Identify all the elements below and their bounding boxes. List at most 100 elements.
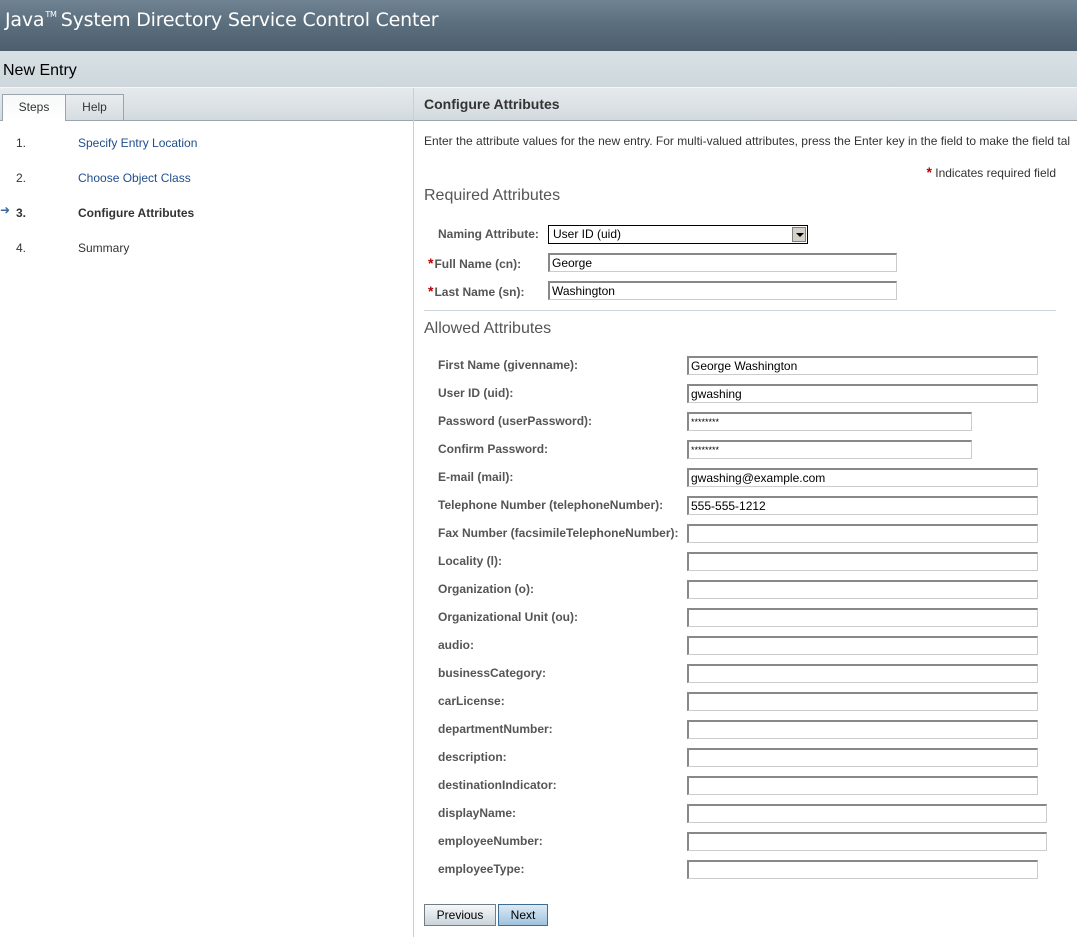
step-2[interactable]: 2. Choose Object Class xyxy=(0,167,413,202)
attribute-row: businessCategory: xyxy=(424,664,1064,686)
attribute-label: Organizational Unit (ou): xyxy=(438,610,578,624)
attribute-label: First Name (givenname): xyxy=(438,358,579,372)
step-number: 3. xyxy=(16,206,27,220)
attribute-row: destinationIndicator: xyxy=(424,776,1064,798)
naming-attribute-value: User ID (uid) xyxy=(553,227,622,241)
required-attributes-title: Required Attributes xyxy=(424,187,561,204)
attribute-row: Password (userPassword): xyxy=(424,412,1064,434)
attribute-label: carLicense: xyxy=(438,694,505,708)
attribute-row: Organization (o): xyxy=(424,580,1064,602)
last-name-input[interactable] xyxy=(548,281,897,300)
attribute-label: Confirm Password: xyxy=(438,442,549,456)
attribute-input[interactable] xyxy=(687,860,1038,879)
last-name-row: *Last Name (sn): xyxy=(424,281,1064,303)
step-number: 2. xyxy=(16,171,27,185)
attribute-label: Locality (l): xyxy=(438,554,503,568)
attribute-row: displayName: xyxy=(424,804,1064,826)
attribute-row: employeeType: xyxy=(424,860,1064,882)
attribute-label: Telephone Number (telephoneNumber): xyxy=(438,498,664,512)
attribute-input[interactable] xyxy=(687,356,1038,375)
steps-pane: Steps Help 1. Specify Entry Location 2. … xyxy=(0,88,414,937)
attribute-input[interactable] xyxy=(687,496,1038,515)
required-star-icon: * xyxy=(926,164,932,180)
attribute-input[interactable] xyxy=(687,608,1038,627)
attribute-input[interactable] xyxy=(687,552,1038,571)
attribute-input[interactable] xyxy=(687,720,1038,739)
attribute-label: departmentNumber: xyxy=(438,722,553,736)
trademark: TM xyxy=(45,10,57,19)
full-name-input[interactable] xyxy=(548,253,897,272)
last-name-label-text: Last Name (sn): xyxy=(434,285,525,299)
attribute-label: Fax Number (facsimileTelephoneNumber): xyxy=(438,526,679,540)
app-title-brand: Java xyxy=(5,9,45,31)
app-title-rest: System Directory Service Control Center xyxy=(60,9,439,31)
last-name-label: *Last Name (sn): xyxy=(428,283,524,299)
attribute-input[interactable] xyxy=(687,384,1038,403)
full-name-row: *Full Name (cn): xyxy=(424,253,1064,275)
attribute-row: E-mail (mail): xyxy=(424,468,1064,490)
naming-attribute-label: Naming Attribute: xyxy=(438,227,539,241)
attribute-row: First Name (givenname): xyxy=(424,356,1064,378)
required-note-text: Indicates required field xyxy=(935,166,1056,180)
section-header: Configure Attributes xyxy=(414,88,1077,121)
required-star-icon: * xyxy=(428,255,434,271)
attribute-row: Fax Number (facsimileTelephoneNumber): xyxy=(424,524,1064,546)
attribute-input[interactable] xyxy=(687,468,1038,487)
step-3-current: ➜ 3. Configure Attributes xyxy=(0,202,413,237)
step-link[interactable]: Choose Object Class xyxy=(78,171,191,185)
attribute-row: audio: xyxy=(424,636,1064,658)
attribute-label: E-mail (mail): xyxy=(438,470,514,484)
attribute-input[interactable] xyxy=(687,636,1038,655)
step-number: 1. xyxy=(16,136,27,150)
attribute-label: Password (userPassword): xyxy=(438,414,593,428)
step-4: 4. Summary xyxy=(0,237,413,272)
arrow-right-icon: ➜ xyxy=(0,203,11,217)
step-link[interactable]: Specify Entry Location xyxy=(78,136,197,150)
attribute-label: businessCategory: xyxy=(438,666,547,680)
page-title: New Entry xyxy=(3,62,77,79)
previous-button[interactable]: Previous xyxy=(424,904,496,926)
attribute-input[interactable] xyxy=(687,580,1038,599)
attribute-row: Organizational Unit (ou): xyxy=(424,608,1064,630)
tab-help[interactable]: Help xyxy=(65,94,124,120)
section-divider xyxy=(424,310,1056,311)
step-1[interactable]: 1. Specify Entry Location xyxy=(0,132,413,167)
attribute-input[interactable] xyxy=(687,664,1038,683)
attribute-label: displayName: xyxy=(438,806,517,820)
instructions-text: Enter the attribute values for the new e… xyxy=(424,134,1071,148)
next-button[interactable]: Next xyxy=(498,904,548,926)
attribute-row: departmentNumber: xyxy=(424,720,1064,742)
attribute-row: Telephone Number (telephoneNumber): xyxy=(424,496,1064,518)
attribute-row: employeeNumber: xyxy=(424,832,1064,854)
attribute-input[interactable] xyxy=(687,748,1038,767)
page-title-bar: New Entry xyxy=(0,51,1077,88)
attribute-label: Organization (o): xyxy=(438,582,534,596)
password-input[interactable] xyxy=(687,440,972,459)
attribute-input[interactable] xyxy=(687,776,1038,795)
attribute-input[interactable] xyxy=(687,524,1038,543)
step-label: Summary xyxy=(78,241,130,255)
allowed-attributes-title: Allowed Attributes xyxy=(424,320,552,337)
attribute-input[interactable] xyxy=(687,804,1047,823)
chevron-down-icon[interactable] xyxy=(792,227,806,242)
attribute-label: employeeNumber: xyxy=(438,834,543,848)
attribute-row: Confirm Password: xyxy=(424,440,1064,462)
section-title: Configure Attributes xyxy=(424,96,560,112)
tab-steps[interactable]: Steps xyxy=(2,94,66,121)
step-number: 4. xyxy=(16,241,27,255)
attribute-row: User ID (uid): xyxy=(424,384,1064,406)
required-star-icon: * xyxy=(428,283,434,299)
attribute-row: description: xyxy=(424,748,1064,770)
masthead: JavaTM System Directory Service Control C… xyxy=(0,0,1077,51)
attribute-label: employeeType: xyxy=(438,862,525,876)
full-name-label-text: Full Name (cn): xyxy=(434,257,522,271)
attribute-input[interactable] xyxy=(687,692,1038,711)
attribute-input[interactable] xyxy=(687,832,1047,851)
naming-attribute-row: Naming Attribute: User ID (uid) xyxy=(424,225,1064,247)
naming-attribute-select[interactable]: User ID (uid) xyxy=(548,225,808,244)
attribute-label: description: xyxy=(438,750,507,764)
attribute-row: Locality (l): xyxy=(424,552,1064,574)
required-field-note: * Indicates required field xyxy=(926,164,1056,180)
tab-strip: Steps Help xyxy=(0,88,413,121)
password-input[interactable] xyxy=(687,412,972,431)
